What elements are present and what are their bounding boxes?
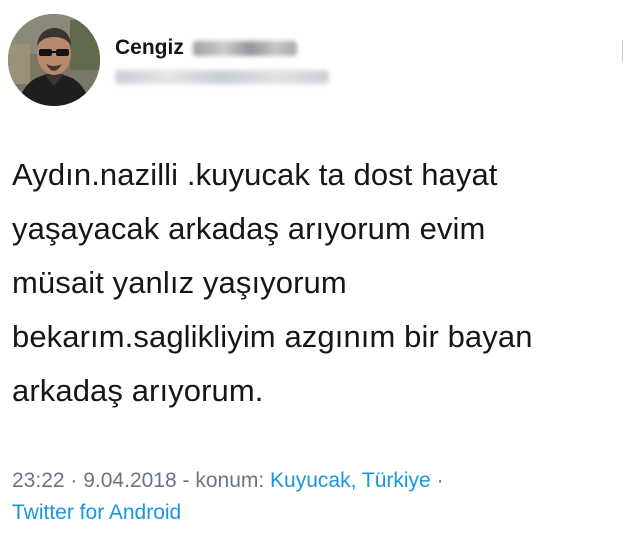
tweet-card: Cengiz Aydın.nazilli .kuyucak ta dost ha… <box>0 0 627 536</box>
name-row: Cengiz <box>115 34 297 62</box>
avatar[interactable] <box>8 14 100 106</box>
source-link[interactable]: Twitter for Android <box>12 501 181 524</box>
tweet-time[interactable]: 23:22 <box>12 469 65 492</box>
handle-row <box>115 70 329 89</box>
tweet-text-line: yaşayacak arkadaş arıyorum evim <box>12 211 486 246</box>
tweet-header: Cengiz <box>8 14 608 110</box>
tweet-text-line: müsait yanlız yaşıyorum <box>12 265 347 300</box>
meta-separator: · <box>430 469 444 492</box>
tweet-text: Aydın.nazilli .kuyucak ta dost hayat yaş… <box>12 148 612 418</box>
avatar-photo <box>8 14 100 106</box>
author-display-name[interactable]: Cengiz <box>115 36 184 60</box>
tweet-text-line: arkadaş arıyorum. <box>12 373 264 408</box>
tweet-text-line: Aydın.nazilli .kuyucak ta dost hayat <box>12 157 498 192</box>
location-link[interactable]: Kuyucak, Türkiye <box>270 469 431 492</box>
meta-separator: · <box>64 469 84 492</box>
author-handle-redacted <box>115 70 329 84</box>
tweet-text-line: bekarım.saglikliyim azgınım bir bayan <box>12 319 533 354</box>
location-prefix: - konum: <box>176 469 271 492</box>
edge-divider <box>622 40 623 62</box>
author-surname-redacted <box>192 40 297 56</box>
tweet-meta: 23:22 · 9.04.2018 - konum: Kuyucak, Türk… <box>12 465 612 529</box>
tweet-date[interactable]: 9.04.2018 <box>83 469 176 492</box>
